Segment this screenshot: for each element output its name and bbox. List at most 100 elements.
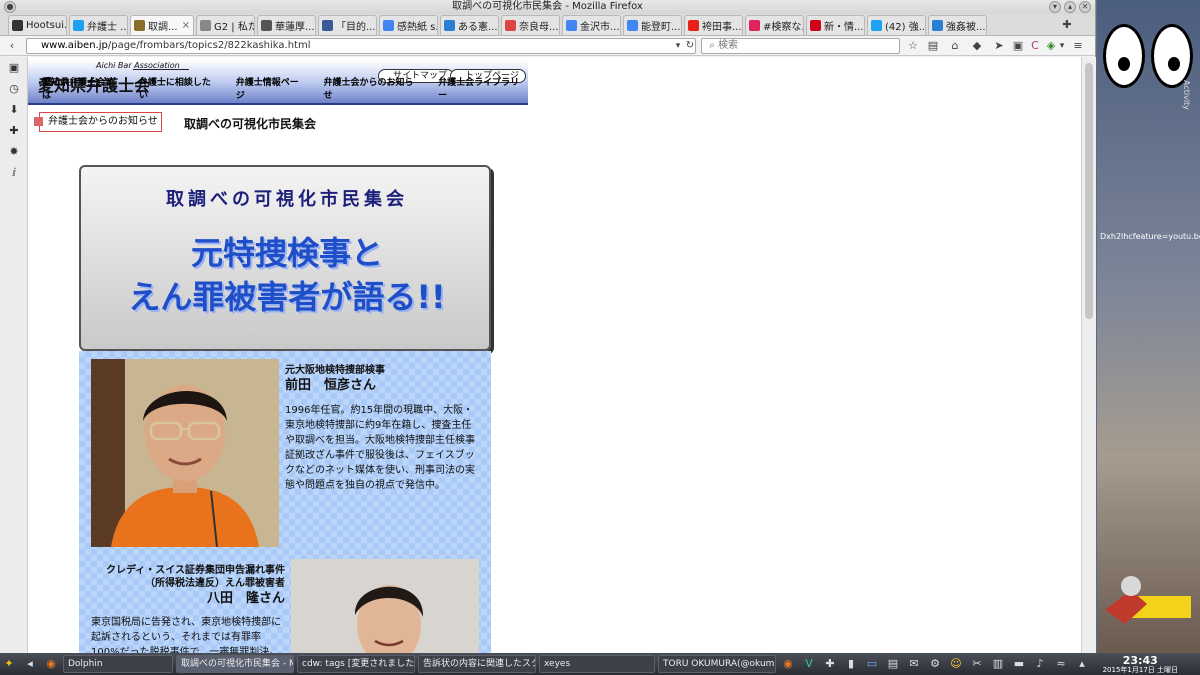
task-cdw[interactable]: cdw: tags [変更されました] [297, 655, 415, 673]
task-complaint[interactable]: 告訴状の内容に関連したスク [418, 655, 536, 673]
tab-favicon-icon [12, 20, 23, 31]
sidebar-settings-icon[interactable]: ✸ [0, 141, 28, 162]
tray-terminal-icon[interactable]: ▮ [842, 655, 860, 673]
tray-note-icon[interactable]: ☺ [947, 655, 965, 673]
url-path: /page/frombars/topics2/822kashika.html [107, 40, 311, 51]
browser-tab[interactable]: 弁護士 ... [69, 15, 128, 35]
task-twitter[interactable]: TORU OKUMURA(@okumu [658, 655, 776, 673]
tab-label: 弁護士 ... [87, 22, 128, 33]
home-icon[interactable]: ⌂ [947, 38, 963, 54]
speaker2-name: 八田 隆さん [206, 591, 285, 606]
tray-network-icon[interactable]: ≈ [1052, 655, 1070, 673]
minimize-icon[interactable]: ▾ [1049, 1, 1061, 13]
tray-battery-icon[interactable]: ▬ [1010, 655, 1028, 673]
browser-tab[interactable]: 感熱紙 s... [379, 15, 438, 35]
window-menu-icon[interactable]: ● [4, 1, 16, 13]
menu-icon[interactable]: ≡ [1070, 38, 1086, 54]
reading-list-icon[interactable]: ▤ [925, 38, 941, 54]
vertical-scrollbar[interactable] [1081, 57, 1096, 653]
task-dolphin[interactable]: Dolphin [63, 655, 173, 673]
send-icon[interactable]: ➤ [991, 38, 1007, 54]
browser-tab[interactable]: ある憲... [440, 15, 499, 35]
addon-icon[interactable]: ▣ [1010, 38, 1026, 54]
browser-tab[interactable]: G2 | 私たち... [196, 15, 255, 35]
speaker2-bio: 東京国税局に告発され、東京地検特捜部に起訴されるという、それまでは有罪率100%… [91, 617, 282, 653]
browser-tab[interactable]: 奈良母... [501, 15, 560, 35]
search-input[interactable]: 検索 [701, 38, 900, 54]
flyer-headline: 元特捜検事と えん罪被害者が語る!! [81, 231, 493, 319]
firefox-launcher-icon[interactable]: ◉ [42, 655, 60, 673]
activity-label[interactable]: Activity [1182, 80, 1191, 110]
browser-tab[interactable]: 能登町... [623, 15, 682, 35]
window-title: 取調べの可視化市民集会 - Mozilla Firefox [452, 1, 643, 12]
browser-tab[interactable]: 「目的... [318, 15, 377, 35]
site-banner: Aichi Bar Association 愛知県弁護士会 サイトマップ トップ… [28, 60, 528, 105]
tab-favicon-icon [383, 20, 394, 31]
menu-item-lawyer-info[interactable]: 弁護士情報ページ [236, 75, 308, 101]
browser-tab[interactable]: 取調... × [130, 15, 194, 35]
pocket-icon[interactable]: ◆ [969, 38, 985, 54]
tab-label: #検察な... [763, 22, 804, 33]
sidebar-info-icon[interactable]: ⅈ [0, 162, 28, 183]
addon-c-icon[interactable]: C [1027, 38, 1043, 54]
tab-label: (42) 強... [885, 22, 926, 33]
browser-tab[interactable]: 強姦被... [928, 15, 987, 35]
tray-folder-icon[interactable]: ▭ [863, 655, 881, 673]
tray-firefox-icon[interactable]: ◉ [779, 655, 797, 673]
sidebar-bookmarks-icon[interactable]: ▣ [0, 57, 28, 78]
xeyes-left-eye [1103, 24, 1145, 88]
tray-tool-icon[interactable]: ✚ [821, 655, 839, 673]
tray-scissors-icon[interactable]: ✂ [968, 655, 986, 673]
menu-item-library[interactable]: 弁護士会ライブラリー [438, 75, 528, 101]
close-icon[interactable]: ✕ [1079, 1, 1091, 13]
tray-gear-icon[interactable]: ⚙ [926, 655, 944, 673]
tray-vim-icon[interactable]: V [800, 655, 818, 673]
tab-label: 能登町... [641, 22, 681, 33]
menu-item-about[interactable]: 愛知県弁護士会とは [42, 75, 123, 101]
browser-tab[interactable]: 新・情... [806, 15, 865, 35]
scrollbar-thumb[interactable] [1085, 63, 1093, 319]
tab-favicon-icon [505, 20, 516, 31]
maximize-icon[interactable]: ▴ [1064, 1, 1076, 13]
tab-favicon-icon [627, 20, 638, 31]
bookmark-star-icon[interactable]: ☆ [905, 38, 921, 54]
taskbar-arrow-icon[interactable]: ◂ [21, 655, 39, 673]
logo-line [133, 69, 189, 70]
browser-tab[interactable]: Hootsui... [8, 15, 67, 35]
tab-label: 華蓮厚... [275, 22, 315, 33]
tab-label: 強姦被... [946, 22, 986, 33]
sidebar-addons-icon[interactable]: ✚ [0, 120, 28, 141]
tray-mail-icon[interactable]: ✉ [905, 655, 923, 673]
tray-volume-icon[interactable]: ♪ [1031, 655, 1049, 673]
back-icon[interactable]: ‹ [4, 38, 20, 54]
tray-clipboard-icon[interactable]: ▥ [989, 655, 1007, 673]
search-placeholder: 検索 [718, 40, 738, 51]
reload-icon[interactable]: ↻ [682, 38, 698, 54]
navigation-toolbar: ‹ www.aiben.jp/page/frombars/topics2/822… [0, 36, 1095, 56]
tray-monitor-icon[interactable]: ▤ [884, 655, 902, 673]
sidebar-download-icon[interactable]: ⬇ [0, 99, 28, 120]
task-xeyes[interactable]: xeyes [539, 655, 655, 673]
url-bar[interactable]: www.aiben.jp/page/frombars/topics2/822ka… [26, 38, 696, 54]
browser-tab[interactable]: 袴田事... [684, 15, 743, 35]
browser-tab[interactable]: 金沢市... [562, 15, 621, 35]
flyer-headline-line1: 元特捜検事と [190, 234, 383, 272]
browser-tab[interactable]: 華蓮厚... [257, 15, 316, 35]
start-menu-icon[interactable]: ✦ [0, 655, 18, 673]
tab-close-icon[interactable]: × [182, 20, 190, 31]
search-icon: ⌕ [709, 40, 715, 51]
tray-arrow-icon[interactable]: ▴ [1073, 655, 1091, 673]
browser-tab[interactable]: #検察な... [745, 15, 804, 35]
tab-favicon-icon [566, 20, 577, 31]
new-tab-icon[interactable]: ✚ [1059, 17, 1075, 33]
browser-tab[interactable]: (42) 強... [867, 15, 926, 35]
addon-dropdown-icon[interactable]: ▾ [1054, 38, 1070, 54]
task-firefox[interactable]: 取調べの可視化市民集会 - M [176, 655, 294, 673]
menu-item-consult[interactable]: 弁護士に相談したい [139, 75, 220, 101]
menu-item-news[interactable]: 弁護士会からのお知らせ [323, 75, 422, 101]
page-title: 取調べの可視化市民集会 [184, 117, 317, 131]
sidebar-history-icon[interactable]: ◷ [0, 78, 28, 99]
tab-label: 奈良母... [519, 22, 559, 33]
system-clock[interactable]: 23:43 2015年1月17日 土曜日 [1103, 655, 1178, 674]
tab-label: 取調... [148, 22, 178, 33]
